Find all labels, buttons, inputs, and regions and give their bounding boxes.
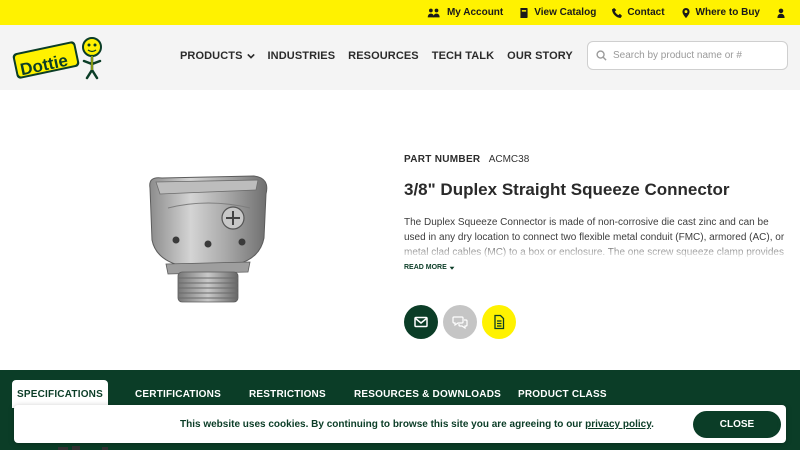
- product-title: 3/8" Duplex Straight Squeeze Connector: [404, 180, 730, 199]
- cookie-text-before: This website uses cookies. By continuing…: [180, 419, 586, 430]
- site-header: Dottie PRODUCTS INDUSTRIES RESOURCES TEC…: [0, 25, 800, 90]
- tab-product-class[interactable]: PRODUCT CLASS: [518, 380, 607, 408]
- nav-products[interactable]: PRODUCTS: [180, 50, 255, 62]
- view-catalog-label: View Catalog: [534, 7, 597, 18]
- nav-our-story-label: OUR STORY: [507, 50, 573, 62]
- nav-tech-talk-label: TECH TALK: [431, 50, 495, 62]
- description-fade: [404, 243, 790, 259]
- my-account-link[interactable]: My Account: [426, 7, 503, 18]
- search-icon: [596, 50, 607, 61]
- where-to-buy-label: Where to Buy: [695, 7, 760, 18]
- search-box: [587, 41, 788, 70]
- user-icon: [777, 8, 785, 18]
- document-icon: [494, 314, 505, 330]
- nav-products-label: PRODUCTS: [180, 50, 243, 62]
- read-more-link[interactable]: READ MORE: [404, 264, 455, 271]
- view-catalog-link[interactable]: View Catalog: [519, 7, 596, 18]
- part-number: PART NUMBER ACMC38: [404, 154, 529, 165]
- utility-bar: My Account View Catalog Contact Where to…: [0, 0, 800, 25]
- nav-our-story[interactable]: OUR STORY: [507, 50, 573, 62]
- chat-icon: [452, 316, 468, 330]
- cookie-text-after: .: [651, 419, 654, 430]
- tab-certifications[interactable]: CERTIFICATIONS: [135, 380, 221, 408]
- nav-resources[interactable]: RESOURCES: [348, 50, 419, 62]
- part-number-label: PART NUMBER: [404, 154, 481, 165]
- nav-resources-label: RESOURCES: [348, 50, 419, 62]
- privacy-policy-link[interactable]: privacy policy: [585, 419, 651, 430]
- users-icon: [427, 8, 440, 17]
- email-button[interactable]: [404, 305, 438, 339]
- map-marker-icon: [681, 7, 690, 18]
- phone-icon: [612, 7, 623, 18]
- tab-resources-downloads[interactable]: RESOURCES & DOWNLOADS: [354, 380, 501, 408]
- main-nav: PRODUCTS INDUSTRIES RESOURCES TECH TALK …: [180, 50, 586, 62]
- nav-tech-talk[interactable]: TECH TALK: [432, 50, 494, 62]
- tab-restrictions[interactable]: RESTRICTIONS: [249, 380, 326, 408]
- nav-industries-label: INDUSTRIES: [267, 50, 336, 62]
- content-peek: [58, 446, 108, 450]
- book-icon: [520, 7, 528, 18]
- envelope-icon: [414, 316, 428, 328]
- where-to-buy-link[interactable]: Where to Buy: [681, 7, 760, 18]
- search-input[interactable]: [613, 50, 783, 61]
- chevron-down-icon: [246, 53, 255, 59]
- spec-sheet-button[interactable]: [482, 305, 516, 339]
- part-number-value: ACMC38: [488, 154, 530, 165]
- nav-industries[interactable]: INDUSTRIES: [268, 50, 336, 62]
- my-account-label: My Account: [446, 7, 504, 18]
- contact-label: Contact: [627, 7, 665, 18]
- chat-button[interactable]: [443, 305, 477, 339]
- dottie-logo[interactable]: Dottie: [12, 33, 108, 83]
- cookie-banner: This website uses cookies. By continuing…: [14, 405, 786, 443]
- user-account-link[interactable]: [776, 8, 786, 18]
- product-image: [149, 175, 268, 303]
- caret-down-icon: [449, 266, 455, 270]
- read-more-label: READ MORE: [404, 264, 447, 271]
- contact-link[interactable]: Contact: [612, 7, 665, 18]
- cookie-message: This website uses cookies. By continuing…: [180, 419, 654, 430]
- tab-specifications[interactable]: SPECIFICATIONS: [12, 380, 108, 408]
- cookie-close-button[interactable]: CLOSE: [694, 412, 780, 437]
